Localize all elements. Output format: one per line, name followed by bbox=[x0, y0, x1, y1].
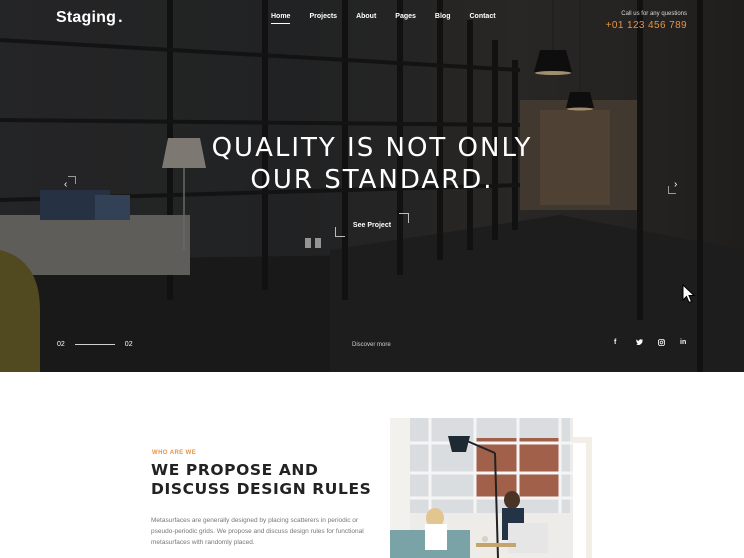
social-links: f in bbox=[614, 339, 702, 348]
contact-label: Call us for any questions bbox=[621, 11, 687, 17]
nav-about[interactable]: About bbox=[356, 13, 376, 20]
hero-headline-line-1: QUALITY IS NOT ONLY bbox=[211, 133, 533, 163]
nav-blog[interactable]: Blog bbox=[435, 13, 451, 20]
about-title: WE PROPOSE AND DISCUSS DESIGN RULES bbox=[151, 461, 371, 499]
chevron-left-icon: ‹ bbox=[64, 179, 68, 190]
nav-projects[interactable]: Projects bbox=[309, 13, 337, 20]
hero-headline-line-2: OUR STANDARD. bbox=[250, 165, 494, 195]
twitter-bird-shape bbox=[636, 339, 643, 346]
nav-pages[interactable]: Pages bbox=[395, 13, 416, 20]
about-eyebrow: WHO ARE WE bbox=[152, 450, 197, 456]
mouse-cursor-icon bbox=[682, 284, 696, 304]
slider-prev-button[interactable]: ‹ bbox=[58, 176, 76, 194]
twitter-icon[interactable] bbox=[636, 339, 658, 348]
slide-counter: 02 02 bbox=[57, 341, 133, 348]
slide-total: 02 bbox=[124, 341, 133, 348]
site-logo[interactable]: Staging. bbox=[56, 9, 123, 27]
about-photo bbox=[390, 418, 573, 558]
chevron-right-icon: › bbox=[674, 179, 678, 190]
slider-next-button[interactable]: › bbox=[668, 176, 686, 194]
discover-more-link[interactable]: Discover more bbox=[352, 342, 391, 348]
see-project-button[interactable]: See Project bbox=[336, 216, 408, 236]
slide-current: 02 bbox=[57, 341, 65, 348]
about-photo-image bbox=[390, 418, 573, 558]
instagram-icon[interactable] bbox=[658, 339, 680, 348]
arrow-corner-decoration bbox=[68, 176, 76, 184]
main-nav: Home Projects About Pages Blog Contact bbox=[271, 13, 515, 24]
about-title-line-2: DISCUSS DESIGN RULES bbox=[151, 480, 372, 498]
nav-contact[interactable]: Contact bbox=[469, 13, 495, 20]
hero-slider: Staging. Home Projects About Pages Blog … bbox=[0, 0, 744, 372]
slide-progress-line bbox=[74, 344, 115, 345]
about-description: Metasurfaces are generally designed by p… bbox=[151, 517, 364, 546]
logo-dot: . bbox=[118, 9, 123, 26]
contact-phone[interactable]: +01 123 456 789 bbox=[606, 20, 687, 31]
linkedin-icon[interactable]: in bbox=[680, 339, 702, 348]
hero-headline: QUALITY IS NOT ONLY OUR STANDARD. bbox=[172, 132, 572, 196]
logo-text: Staging bbox=[56, 9, 117, 26]
facebook-icon[interactable]: f bbox=[614, 339, 636, 348]
about-title-line-1: WE PROPOSE AND bbox=[151, 461, 319, 479]
instagram-glyph bbox=[658, 339, 665, 346]
nav-home[interactable]: Home bbox=[271, 13, 291, 24]
header-contact: Call us for any questions +01 123 456 78… bbox=[606, 11, 687, 31]
